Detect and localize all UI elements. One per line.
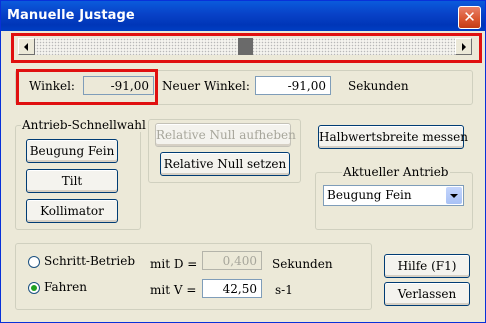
step-mode-radio[interactable]	[28, 256, 40, 268]
angle-value: -91,00	[83, 76, 154, 95]
current-drive-select[interactable]: Beugung Fein	[323, 185, 464, 206]
scroll-right-button[interactable]	[455, 38, 472, 55]
step-mode-label[interactable]: Schritt-Betrieb	[44, 254, 135, 268]
angle-label: Winkel:	[29, 79, 75, 93]
drive-mode-label[interactable]: Fahren	[44, 280, 87, 294]
drive-beugung-fein-button[interactable]: Beugung Fein	[26, 139, 118, 163]
angle-unit: Sekunden	[348, 79, 409, 93]
arrow-left-icon	[24, 43, 28, 51]
help-button[interactable]: Hilfe (F1)	[384, 254, 470, 278]
close-icon: ✕	[463, 8, 476, 26]
drive-mode-radio[interactable]	[28, 282, 40, 294]
scrollbar-thumb[interactable]	[237, 38, 253, 55]
current-drive-value: Beugung Fein	[327, 188, 412, 202]
new-angle-label: Neuer Winkel:	[162, 79, 250, 93]
angle-scrollbar[interactable]	[18, 38, 472, 55]
step-unit: Sekunden	[272, 257, 333, 271]
scroll-left-button[interactable]	[18, 38, 35, 55]
arrow-right-icon	[462, 43, 466, 51]
step-param-label: mit D =	[150, 257, 198, 271]
exit-button[interactable]: Verlassen	[384, 282, 470, 306]
step-value-input[interactable]: 0,400	[202, 251, 262, 270]
drive-quick-legend: Antrieb-Schnellwahl	[21, 118, 147, 132]
close-button[interactable]: ✕	[458, 6, 481, 29]
current-drive-legend: Aktueller Antrieb	[342, 165, 450, 179]
title-bar: Manuelle Justage ✕	[1, 1, 485, 31]
relative-null-cancel-button[interactable]: Relative Null aufheben	[155, 123, 296, 147]
new-angle-input[interactable]: -91,00	[255, 76, 331, 95]
relative-null-set-button[interactable]: Relative Null setzen	[160, 152, 290, 176]
drive-value-input[interactable]: 42,50	[202, 279, 262, 298]
drive-unit: s-1	[275, 283, 293, 297]
drive-kollimator-button[interactable]: Kollimator	[26, 199, 118, 223]
chevron-down-icon[interactable]	[446, 187, 462, 204]
measure-halfwidth-button[interactable]: Halbwertsbreite messen	[318, 125, 468, 149]
drive-param-label: mit V =	[150, 283, 197, 297]
window-title: Manuelle Justage	[7, 8, 135, 23]
drive-tilt-button[interactable]: Tilt	[26, 169, 118, 193]
dialog-window: Manuelle Justage ✕ Winkel: -91,00 Neuer …	[0, 0, 486, 323]
